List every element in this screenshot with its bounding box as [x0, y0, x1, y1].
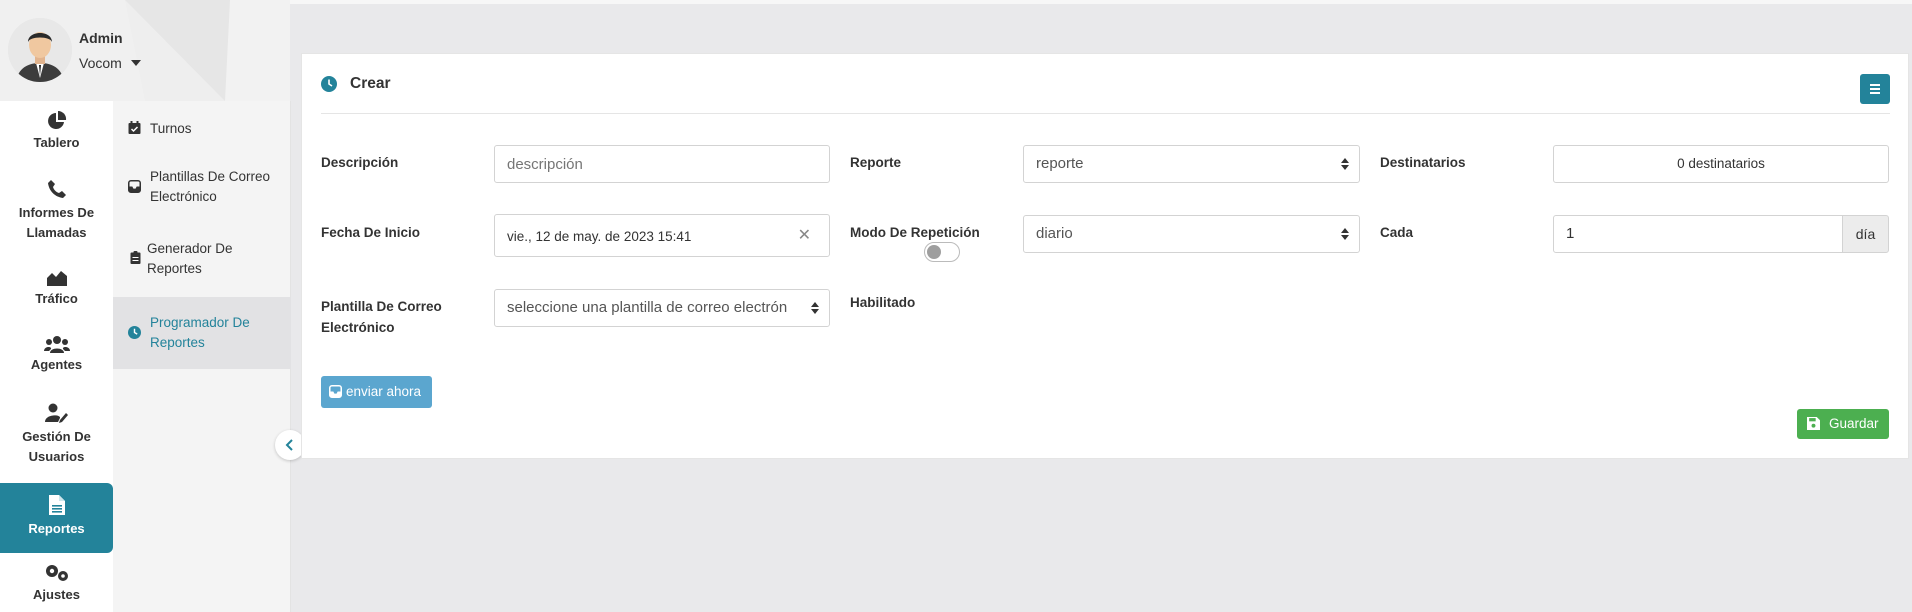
area-chart-icon: [46, 271, 67, 286]
nav-label: Gestión De Usuarios: [22, 429, 91, 464]
save-button[interactable]: Guardar: [1797, 409, 1889, 439]
user-edit-icon: [44, 403, 68, 423]
phone-icon: [47, 180, 66, 198]
user-header: Admin Vocom: [0, 0, 290, 101]
plantilla-label: Plantilla De Correo Electrónico: [321, 299, 442, 335]
plantilla-value: seleccione una plantilla de correo elect…: [507, 299, 788, 316]
inbox-icon: [329, 385, 342, 398]
avatar[interactable]: [8, 18, 72, 82]
nav-label: Ajustes: [33, 587, 80, 602]
user-org-dropdown[interactable]: Vocom: [79, 55, 122, 71]
reporte-label: Reporte: [850, 155, 902, 170]
fecha-inicio-input[interactable]: vie., 12 de may. de 2023 15:41 ✕: [494, 214, 830, 257]
fecha-inicio-label: Fecha De Inicio: [321, 225, 421, 240]
cada-input[interactable]: 1: [1553, 215, 1843, 253]
mail-inbox-icon: [128, 180, 141, 193]
modo-repeticion-value: diario: [1036, 225, 1073, 242]
clock-icon: [321, 76, 337, 92]
nav-item-gestion-usuarios[interactable]: Gestión De Usuarios: [0, 403, 113, 473]
divider: [321, 113, 1890, 114]
descripcion-input[interactable]: [494, 145, 830, 183]
nav-item-trafico[interactable]: Tráfico: [0, 269, 113, 319]
calendar-check-icon: [128, 121, 141, 134]
clear-icon[interactable]: ✕: [798, 215, 811, 256]
nav-item-ajustes[interactable]: Ajustes: [0, 563, 113, 612]
nav-item-agentes[interactable]: Agentes: [0, 335, 113, 385]
nav-label: Reportes: [28, 521, 85, 536]
send-now-button[interactable]: enviar ahora: [321, 376, 432, 408]
subnav-label: Generador De Reportes: [147, 241, 233, 276]
subnav-label: Programador De Reportes: [150, 315, 250, 350]
nav-label: Informes De Llamadas: [18, 205, 95, 240]
subnav-label: Plantillas De Correo Electrónico: [150, 169, 271, 204]
toggle-knob: [927, 245, 941, 259]
caret-down-icon[interactable]: [131, 60, 141, 66]
destinatarios-label: Destinatarios: [1380, 155, 1466, 170]
plantilla-select[interactable]: seleccione una plantilla de correo elect…: [494, 289, 830, 327]
clock-icon: [128, 326, 141, 339]
subnav-item-plantillas[interactable]: Plantillas De Correo Electrónico: [113, 165, 291, 209]
modo-repeticion-label: Modo De Repetición: [850, 225, 980, 240]
card-title: Crear: [350, 75, 391, 92]
sort-arrows-icon: [1341, 158, 1349, 170]
sub-nav: Turnos Plantillas De Correo Electrónico …: [113, 101, 291, 612]
nav-label: Tablero: [33, 135, 80, 150]
subnav-item-generador[interactable]: Generador De Reportes: [113, 237, 291, 281]
habilitado-label: Habilitado: [850, 295, 916, 310]
nav-item-informes[interactable]: Informes De Llamadas: [0, 179, 113, 249]
cada-unit-addon: día: [1842, 215, 1889, 253]
reporte-value: reporte: [1036, 155, 1084, 172]
fecha-inicio-value: vie., 12 de may. de 2023 15:41: [507, 229, 692, 244]
pie-chart-icon: [47, 111, 66, 129]
nav-item-tablero[interactable]: Tablero: [0, 111, 113, 171]
clipboard-icon: [130, 251, 141, 264]
nav-label: Tráfico: [35, 291, 78, 306]
menu-button[interactable]: [1860, 74, 1890, 104]
modo-repeticion-select[interactable]: diario: [1023, 215, 1360, 253]
main-nav: Tablero Informes De Llamadas Tráfico Age…: [0, 101, 113, 612]
descripcion-label: Descripción: [321, 155, 399, 170]
file-icon: [48, 495, 65, 515]
subnav-item-programador[interactable]: Programador De Reportes: [113, 297, 291, 369]
nav-item-reportes[interactable]: Reportes: [0, 483, 113, 553]
user-name: Admin: [79, 30, 123, 46]
hamburger-icon: [1870, 84, 1880, 94]
gears-icon: [45, 565, 68, 581]
reporte-select[interactable]: reporte: [1023, 145, 1360, 183]
destinatarios-button[interactable]: 0 destinatarios: [1553, 145, 1889, 183]
floppy-disk-icon: [1807, 417, 1820, 430]
nav-label: Agentes: [30, 357, 83, 372]
sort-arrows-icon: [811, 301, 819, 315]
habilitado-toggle[interactable]: [924, 242, 960, 262]
subnav-item-turnos[interactable]: Turnos: [113, 117, 291, 141]
subnav-label: Turnos: [150, 121, 192, 136]
send-now-label: enviar ahora: [346, 384, 422, 399]
users-icon: [43, 336, 70, 353]
sort-arrows-icon: [1341, 228, 1349, 240]
cada-label: Cada: [1380, 225, 1414, 240]
save-label: Guardar: [1829, 416, 1879, 431]
